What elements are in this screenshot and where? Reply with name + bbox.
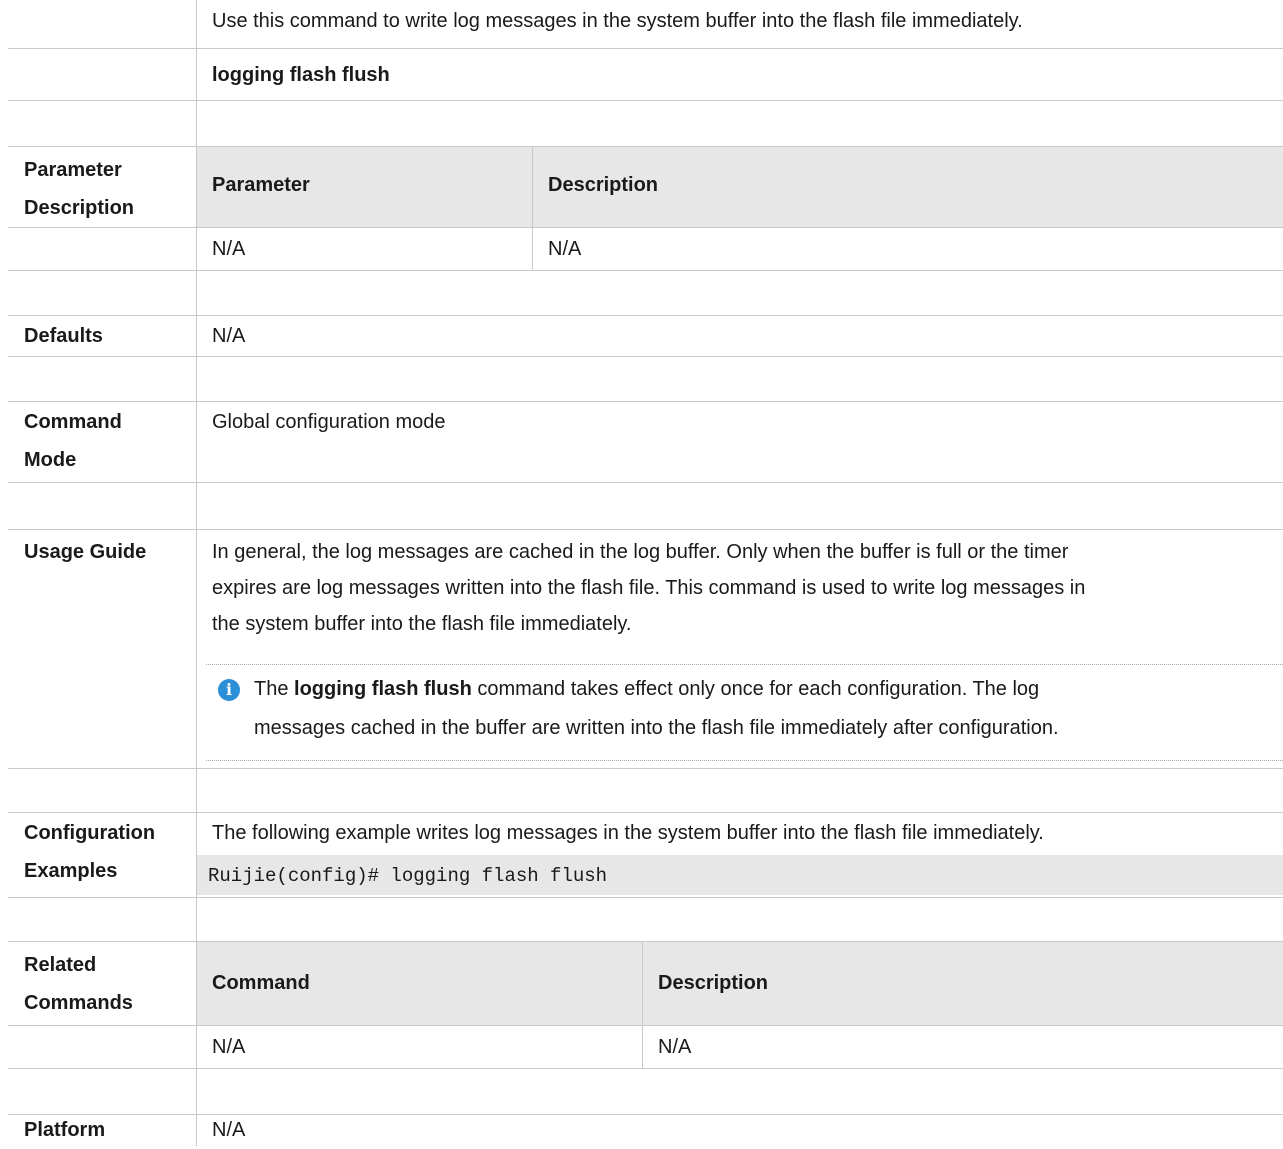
column-divider: [196, 0, 197, 1146]
divider: [8, 529, 1283, 530]
divider: [8, 1025, 1283, 1026]
divider: [8, 897, 1283, 898]
parameter-header: Parameter: [212, 174, 310, 196]
configuration-example-description: The following example writes log message…: [212, 822, 1044, 844]
divider: [8, 356, 1283, 357]
usage-guide-line-1: In general, the log messages are cached …: [212, 541, 1069, 563]
divider: [8, 482, 1283, 483]
platform-label: Platform: [24, 1119, 106, 1141]
divider: [8, 1114, 1283, 1115]
command-header: Command: [212, 972, 310, 994]
summary-command: logging flash flush: [212, 64, 390, 86]
divider: [8, 146, 1283, 147]
related-commands-label: Related Commands: [24, 954, 133, 1014]
related-commands-table-row: N/A N/A: [8, 1026, 1283, 1068]
divider: [8, 1068, 1283, 1069]
platform-value: N/A: [212, 1119, 246, 1141]
parameter-cell: N/A: [212, 238, 246, 260]
configuration-examples-row: Configuration Examples The following exa…: [8, 813, 1283, 897]
related-command-cell: N/A: [212, 1036, 246, 1058]
divider: [8, 227, 1283, 228]
related-column-divider: [642, 942, 643, 1068]
defaults-label: Defaults: [24, 325, 103, 347]
divider: [8, 100, 1283, 101]
usage-guide-label: Usage Guide: [24, 541, 147, 563]
note-line-2: messages cached in the buffer are writte…: [254, 717, 1059, 739]
usage-guide-line-2: expires are log messages written into th…: [212, 577, 1086, 599]
divider: [8, 941, 1283, 942]
divider: [8, 401, 1283, 402]
configuration-examples-label: Configuration Examples: [24, 822, 156, 882]
command-mode-value: Global configuration mode: [212, 411, 446, 433]
related-commands-row: Related Commands Command Description: [8, 942, 1283, 1025]
info-icon: i: [218, 679, 240, 701]
description-cell: N/A: [548, 238, 582, 260]
parameter-description-row: Parameter Description Parameter Descript…: [8, 147, 1283, 227]
code-line: Ruijie(config)# logging flash flush: [208, 865, 608, 887]
usage-guide-line-3: the system buffer into the flash file im…: [212, 613, 632, 635]
parameter-column-divider: [532, 147, 533, 270]
divider: [8, 48, 1283, 49]
parameter-table-header: Parameter Description: [196, 147, 1283, 227]
divider: [8, 270, 1283, 271]
code-block: Ruijie(config)# logging flash flush: [196, 855, 1283, 895]
related-description-header: Description: [658, 972, 769, 994]
summary-description-row: Use this command to write log messages i…: [8, 0, 1283, 48]
divider: [8, 315, 1283, 316]
description-header: Description: [548, 174, 659, 196]
summary-description: Use this command to write log messages i…: [212, 10, 1023, 32]
related-description-cell: N/A: [658, 1036, 692, 1058]
summary-command-row: logging flash flush: [8, 49, 1283, 100]
parameter-description-label: Parameter Description: [24, 159, 135, 219]
divider: [8, 812, 1283, 813]
note-top-divider: [206, 664, 1283, 665]
note-line-1: The logging flash flush command takes ef…: [254, 678, 1040, 700]
parameter-table-row: N/A N/A: [8, 228, 1283, 270]
defaults-row: Defaults N/A: [8, 316, 1283, 356]
divider: [8, 768, 1283, 769]
command-mode-label: Command Mode: [24, 411, 122, 471]
note-command: logging flash flush: [294, 678, 472, 700]
platform-row: Platform N/A: [8, 1115, 1283, 1146]
command-mode-row: Command Mode Global configuration mode: [8, 402, 1283, 482]
defaults-value: N/A: [212, 325, 246, 347]
note-bottom-divider: [206, 760, 1283, 761]
usage-guide-row: Usage Guide In general, the log messages…: [8, 530, 1283, 761]
related-commands-header: Command Description: [196, 942, 1283, 1025]
